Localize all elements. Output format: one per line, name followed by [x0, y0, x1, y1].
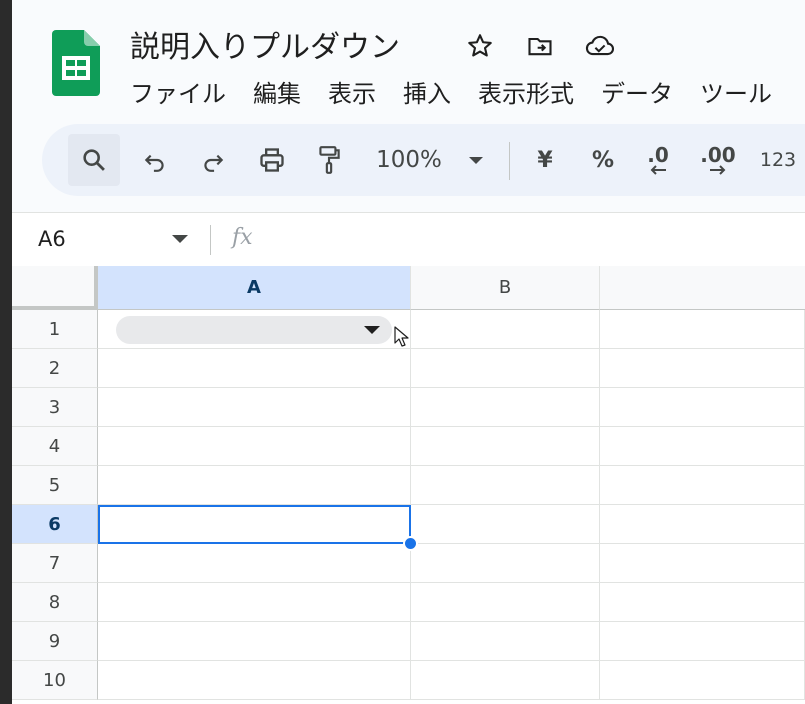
currency-format-button[interactable]: ¥: [530, 134, 560, 186]
decrease-decimal-button[interactable]: .0: [638, 134, 678, 186]
active-cell-selection[interactable]: [98, 505, 411, 544]
window-edge: [0, 0, 12, 704]
cloud-saved-icon[interactable]: [584, 30, 616, 62]
row-header-5[interactable]: 5: [12, 466, 98, 505]
column-header-c[interactable]: [600, 266, 805, 310]
zoom-dropdown-arrow[interactable]: [464, 134, 488, 186]
cell-c4[interactable]: [600, 427, 805, 466]
cell-a2[interactable]: [98, 349, 411, 388]
print-icon: [260, 148, 284, 172]
menu-file[interactable]: ファイル: [130, 74, 241, 109]
menu-insert[interactable]: 挿入: [403, 74, 466, 109]
arrow-right-icon: [710, 165, 726, 175]
decrease-decimal-label: .0: [647, 143, 669, 167]
caret-down-icon: [469, 156, 483, 164]
cell-c6[interactable]: [600, 505, 805, 544]
row-header-9[interactable]: 9: [12, 622, 98, 661]
cell-c10[interactable]: [600, 661, 805, 700]
increase-decimal-label: .00: [700, 143, 736, 167]
row-header-3[interactable]: 3: [12, 388, 98, 427]
document-title[interactable]: 説明入りプルダウン: [130, 22, 400, 66]
cell-a3[interactable]: [98, 388, 411, 427]
name-box[interactable]: A6: [38, 227, 66, 251]
select-all-corner[interactable]: [12, 266, 98, 310]
print-button[interactable]: [252, 134, 292, 186]
search-button[interactable]: [68, 134, 120, 186]
menu-data[interactable]: データ: [601, 74, 688, 109]
formula-input[interactable]: [282, 225, 782, 255]
dropdown-chip-a1[interactable]: [116, 316, 392, 344]
sheets-logo[interactable]: [52, 30, 100, 96]
cell-b1[interactable]: [411, 310, 600, 349]
undo-button[interactable]: [138, 134, 172, 186]
cell-b10[interactable]: [411, 661, 600, 700]
menu-edit[interactable]: 編集: [253, 74, 316, 109]
row-header-6[interactable]: 6: [12, 505, 98, 544]
toolbar: 100% ¥ % .0 .00 123: [42, 124, 805, 196]
increase-decimal-button[interactable]: .00: [696, 134, 740, 186]
cell-a7[interactable]: [98, 544, 411, 583]
cell-b5[interactable]: [411, 466, 600, 505]
column-header-a[interactable]: A: [98, 266, 411, 310]
menu-tools[interactable]: ツール: [700, 74, 787, 109]
undo-icon: [144, 154, 164, 172]
cell-c3[interactable]: [600, 388, 805, 427]
cell-c8[interactable]: [600, 583, 805, 622]
name-box-dropdown-icon[interactable]: [172, 235, 188, 243]
percent-format-button[interactable]: %: [588, 134, 618, 186]
row-header-2[interactable]: 2: [12, 349, 98, 388]
cell-b3[interactable]: [411, 388, 600, 427]
cell-b8[interactable]: [411, 583, 600, 622]
star-icon[interactable]: [464, 30, 496, 62]
redo-button[interactable]: [196, 134, 230, 186]
arrow-left-icon: [650, 165, 666, 175]
row-header-1[interactable]: 1: [12, 310, 98, 349]
row-header-7[interactable]: 7: [12, 544, 98, 583]
paint-format-button[interactable]: [312, 134, 346, 186]
number-format-button[interactable]: 123: [756, 134, 800, 186]
cell-b2[interactable]: [411, 349, 600, 388]
row-header-10[interactable]: 10: [12, 661, 98, 700]
row-header-8[interactable]: 8: [12, 583, 98, 622]
dropdown-arrow-icon[interactable]: [364, 326, 380, 334]
toolbar-divider: [509, 142, 510, 180]
cell-a4[interactable]: [98, 427, 411, 466]
cell-b7[interactable]: [411, 544, 600, 583]
menu-view[interactable]: 表示: [328, 74, 391, 109]
cell-b6[interactable]: [411, 505, 600, 544]
cell-c9[interactable]: [600, 622, 805, 661]
cell-c1[interactable]: [600, 310, 805, 349]
zoom-select[interactable]: 100%: [372, 134, 446, 186]
column-header-b[interactable]: B: [411, 266, 600, 310]
fill-handle[interactable]: [403, 536, 418, 551]
formula-bar-divider: [210, 225, 211, 255]
redo-icon: [204, 154, 224, 172]
menu-bar: ファイル 編集 表示 挿入 表示形式 データ ツール: [130, 74, 799, 109]
cell-b9[interactable]: [411, 622, 600, 661]
cell-a8[interactable]: [98, 583, 411, 622]
cell-c5[interactable]: [600, 466, 805, 505]
cell-c7[interactable]: [600, 544, 805, 583]
mouse-pointer-icon: [394, 326, 409, 347]
paint-format-icon: [319, 146, 340, 174]
cell-b4[interactable]: [411, 427, 600, 466]
app-header: 説明入りプルダウン ファイル 編集 表示 挿入 表示形式 データ ツール: [12, 0, 805, 118]
cell-a10[interactable]: [98, 661, 411, 700]
cell-c2[interactable]: [600, 349, 805, 388]
menu-format[interactable]: 表示形式: [478, 74, 589, 109]
move-folder-icon[interactable]: [524, 30, 556, 62]
search-icon: [83, 149, 105, 171]
spreadsheet-grid: A B 1 2 3 4 5 6 7 8 9 10: [12, 266, 805, 704]
cell-a5[interactable]: [98, 466, 411, 505]
formula-bar: A6 fx: [12, 212, 805, 266]
row-header-4[interactable]: 4: [12, 427, 98, 466]
cell-a9[interactable]: [98, 622, 411, 661]
fx-icon: fx: [232, 225, 253, 250]
